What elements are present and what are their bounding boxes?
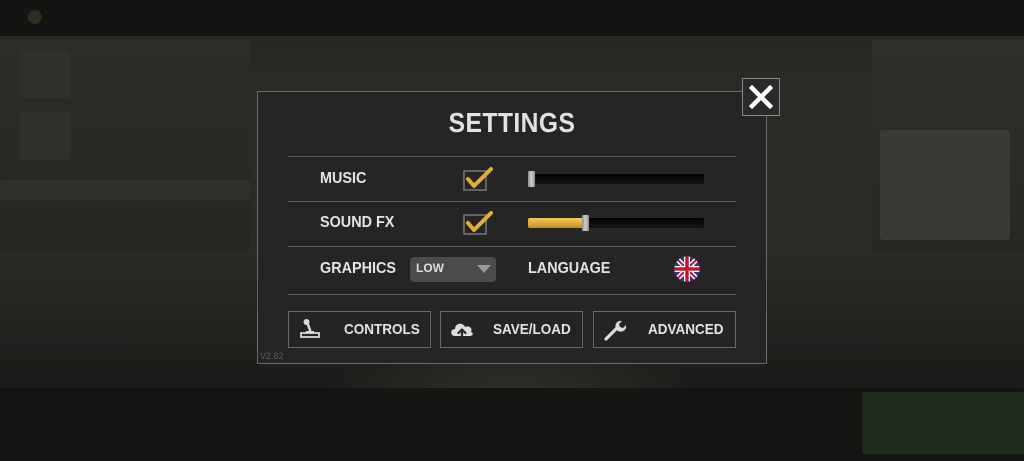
- wrench-icon: [604, 320, 627, 341]
- advanced-button[interactable]: ADVANCED: [593, 311, 736, 348]
- language-selector[interactable]: [673, 255, 701, 283]
- background-left-panel: [0, 40, 250, 250]
- divider: [288, 246, 736, 247]
- advanced-button-label: ADVANCED: [648, 321, 724, 338]
- checkmark-icon: [463, 211, 493, 235]
- background-right-panel: [872, 40, 1024, 250]
- cloud-upload-icon: [451, 323, 473, 340]
- background-play-button: [862, 392, 1024, 454]
- save-load-button-label: SAVE/LOAD: [493, 321, 571, 338]
- graphics-quality-dropdown[interactable]: LOW: [410, 257, 496, 282]
- sound-fx-checkbox[interactable]: [463, 210, 493, 236]
- language-label: LANGUAGE: [528, 260, 611, 277]
- close-button[interactable]: [742, 78, 780, 116]
- dialog-title: SETTINGS: [448, 107, 576, 138]
- close-icon: [749, 85, 773, 109]
- version-label: V2.82: [260, 351, 284, 361]
- slider-thumb[interactable]: [582, 215, 589, 231]
- save-load-button[interactable]: SAVE/LOAD: [440, 311, 583, 348]
- uk-flag-icon: [673, 255, 701, 283]
- checkmark-icon: [463, 167, 493, 191]
- graphics-quality-value: LOW: [416, 261, 444, 275]
- music-checkbox[interactable]: [463, 166, 493, 192]
- divider: [288, 294, 736, 295]
- slider-thumb[interactable]: [528, 171, 535, 187]
- chevron-down-icon: [477, 265, 491, 273]
- controls-button-label: CONTROLS: [344, 321, 420, 338]
- slider-track: [528, 174, 704, 184]
- controls-button[interactable]: CONTROLS: [288, 311, 431, 348]
- music-label: MUSIC: [320, 170, 367, 187]
- joystick-icon: [300, 319, 320, 338]
- music-volume-slider[interactable]: [528, 171, 704, 187]
- sound-fx-volume-slider[interactable]: [528, 215, 704, 231]
- sound-fx-label: SOUND FX: [320, 214, 395, 231]
- slider-fill: [528, 218, 584, 228]
- divider: [288, 156, 736, 157]
- divider: [288, 201, 736, 202]
- background-top-bar: [0, 0, 1024, 36]
- graphics-label: GRAPHICS: [320, 260, 397, 277]
